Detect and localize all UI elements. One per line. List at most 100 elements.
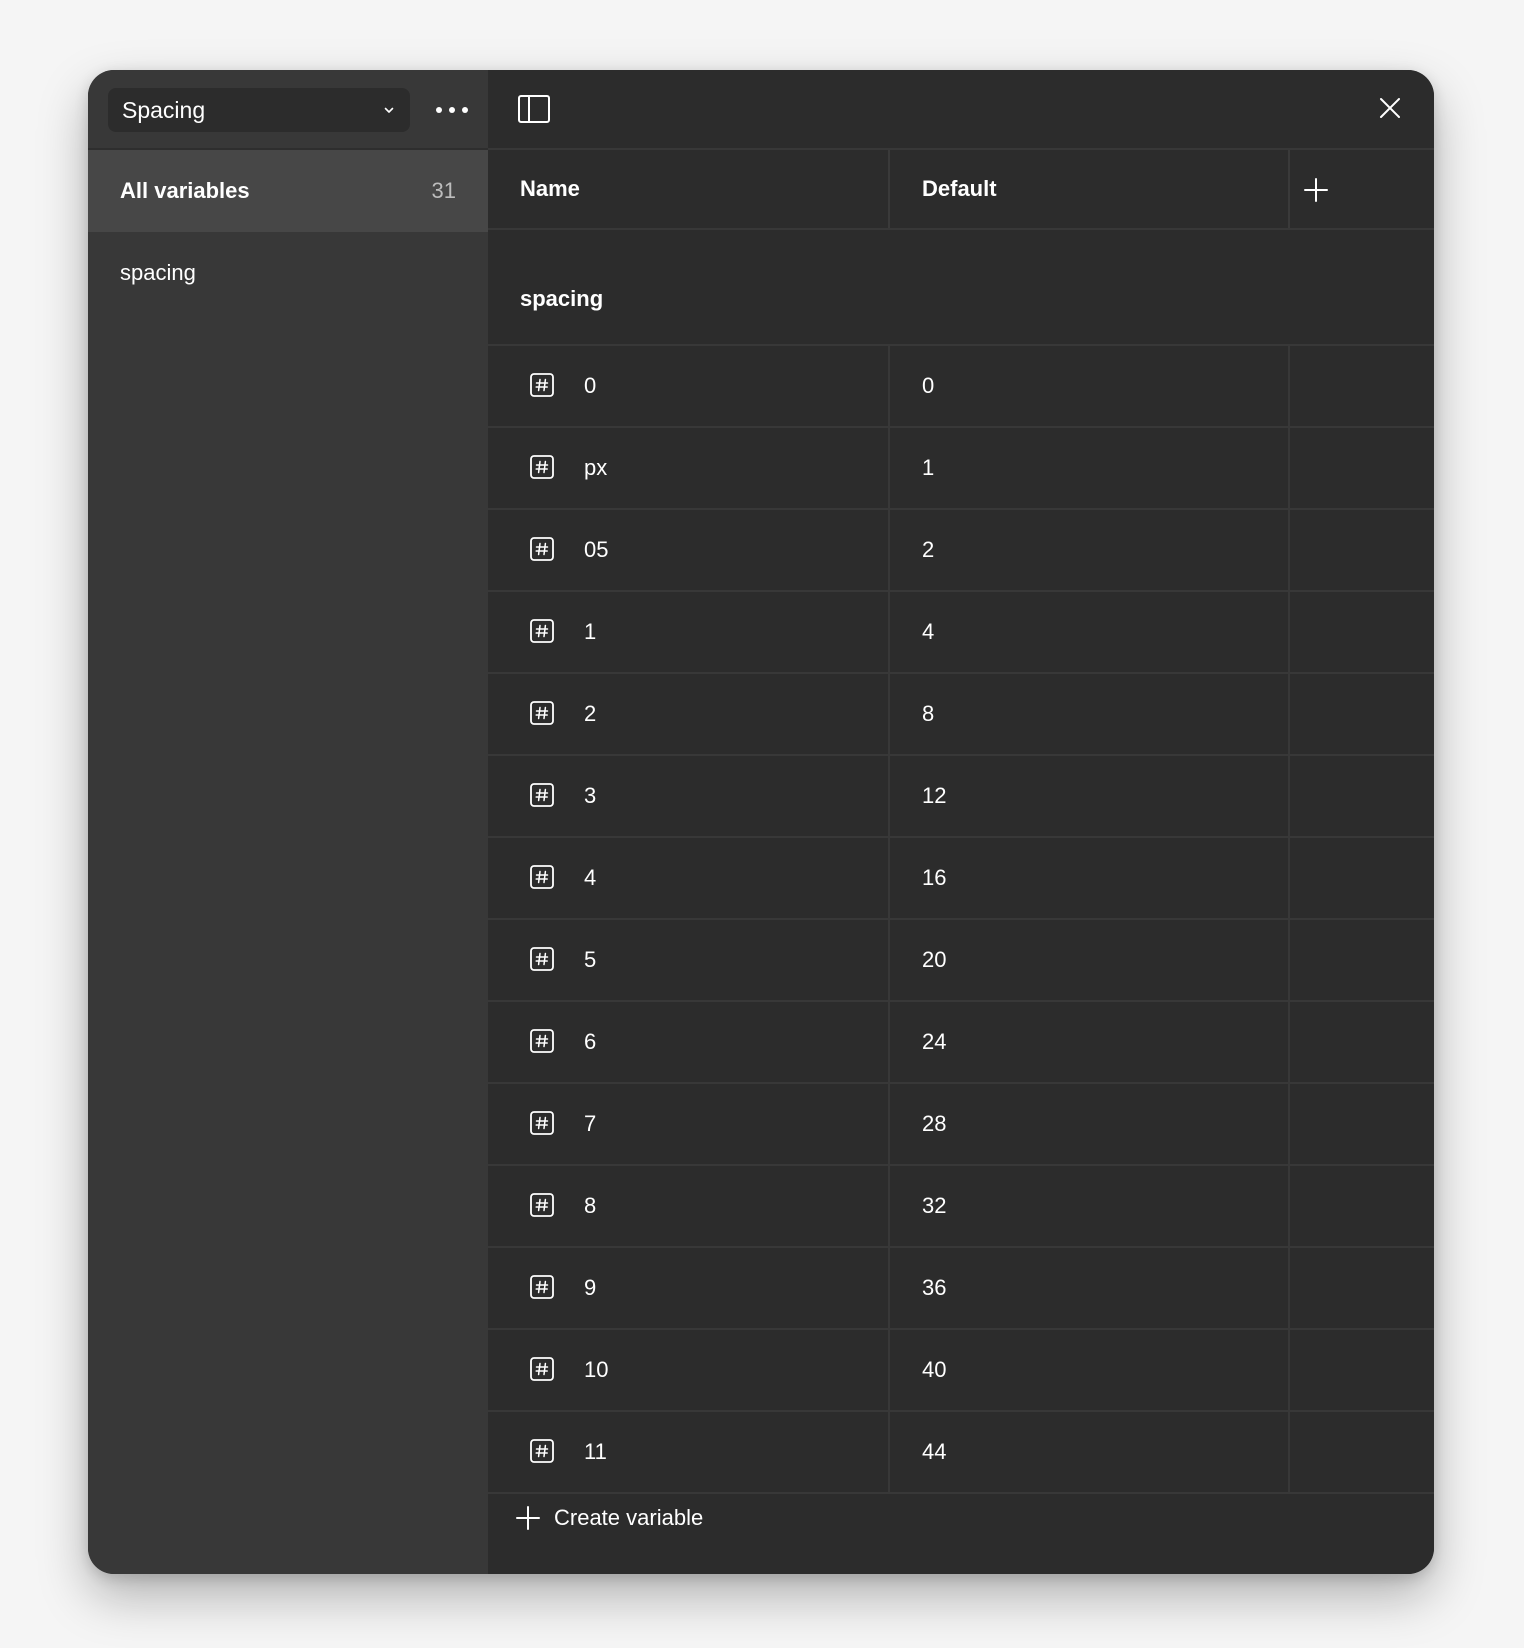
variable-value[interactable]: 36: [922, 1248, 946, 1328]
variable-name: 5: [584, 947, 597, 972]
column-divider: [1288, 1412, 1290, 1492]
table-row[interactable]: 4 16: [488, 836, 1434, 918]
number-variable-icon: [530, 1439, 554, 1463]
variable-value[interactable]: 8: [922, 674, 934, 754]
table-row[interactable]: 3 12: [488, 754, 1434, 836]
variable-value[interactable]: 12: [922, 756, 946, 836]
plus-icon: [1304, 178, 1328, 202]
number-variable-icon: [530, 701, 554, 725]
table-row[interactable]: 00: [488, 344, 1434, 426]
more-horizontal-icon: [436, 107, 468, 113]
number-variable-icon: [530, 619, 554, 643]
number-variable-icon: [530, 455, 554, 479]
variable-value[interactable]: 2: [922, 510, 934, 590]
sidebar-item-spacing[interactable]: spacing: [88, 232, 488, 314]
column-divider: [1288, 150, 1290, 228]
variable-name: 8: [584, 1193, 597, 1218]
variable-value[interactable]: 4: [922, 592, 934, 672]
column-divider: [888, 1166, 890, 1246]
table-row[interactable]: 8 32: [488, 1164, 1434, 1246]
column-divider: [1288, 920, 1290, 1000]
variable-name: 9: [584, 1275, 597, 1300]
variable-value[interactable]: 28: [922, 1084, 946, 1164]
column-divider: [888, 150, 890, 228]
variable-value[interactable]: 20: [922, 920, 946, 1000]
column-header-default[interactable]: Default: [922, 150, 997, 228]
column-divider: [888, 1412, 890, 1492]
toggle-sidebar-button[interactable]: [516, 92, 552, 126]
column-divider: [1288, 1084, 1290, 1164]
table-row[interactable]: 14: [488, 590, 1434, 672]
table-row[interactable]: 28: [488, 672, 1434, 754]
number-variable-icon: [530, 1029, 554, 1053]
table-row[interactable]: 10 40: [488, 1328, 1434, 1410]
close-button[interactable]: [1372, 90, 1408, 126]
number-variable-icon: [530, 1111, 554, 1135]
create-variable-label: Create variable: [554, 1505, 704, 1530]
variable-name: 10: [584, 1357, 609, 1382]
variable-value[interactable]: 32: [922, 1166, 946, 1246]
column-divider: [888, 920, 890, 1000]
table-row[interactable]: 6 24: [488, 1000, 1434, 1082]
sidebar-item-all-variables[interactable]: All variables 31: [88, 150, 488, 232]
variable-value[interactable]: 40: [922, 1330, 946, 1410]
number-variable-icon: [530, 373, 554, 397]
column-divider: [1288, 1166, 1290, 1246]
sidebar: Spacing All variables 31 spacing: [88, 70, 488, 1574]
column-divider: [888, 346, 890, 426]
column-divider: [1288, 346, 1290, 426]
column-divider: [888, 838, 890, 918]
variable-name: 7: [584, 1111, 597, 1136]
column-divider: [888, 674, 890, 754]
variable-name: 1: [584, 619, 597, 644]
sidebar-item-label: All variables: [120, 178, 250, 203]
number-variable-icon: [530, 783, 554, 807]
column-divider: [888, 1084, 890, 1164]
variable-name: 11: [584, 1439, 607, 1464]
table-row[interactable]: px 1: [488, 426, 1434, 508]
table-row[interactable]: 5 20: [488, 918, 1434, 1000]
more-options-button[interactable]: [432, 92, 472, 128]
column-divider: [888, 1330, 890, 1410]
column-header-name[interactable]: Name: [520, 150, 580, 228]
table-row[interactable]: 05 2: [488, 508, 1434, 590]
column-divider: [888, 428, 890, 508]
column-divider: [888, 1002, 890, 1082]
number-variable-icon: [530, 1193, 554, 1217]
column-divider: [1288, 838, 1290, 918]
variable-value[interactable]: 24: [922, 1002, 946, 1082]
column-divider: [1288, 756, 1290, 836]
toolbar: [488, 70, 1434, 148]
variables-table-panel: Name Default spacing 0 0 px 1 05 2 1 4 2 8 3 12 4 16 5…: [488, 70, 1434, 1574]
column-divider: [1288, 1002, 1290, 1082]
collection-dropdown[interactable]: Spacing: [108, 88, 410, 132]
variable-value[interactable]: 0: [922, 346, 934, 426]
variable-value[interactable]: 1: [922, 428, 934, 508]
table-row[interactable]: 7 28: [488, 1082, 1434, 1164]
variable-count: 31: [431, 178, 456, 203]
column-divider: [888, 592, 890, 672]
column-divider: [1288, 1248, 1290, 1328]
column-divider: [888, 510, 890, 590]
table-row[interactable]: 9 36: [488, 1246, 1434, 1328]
variable-name: 6: [584, 1029, 597, 1054]
column-divider: [888, 756, 890, 836]
create-variable-button[interactable]: Create variable: [508, 1492, 711, 1544]
variables-window: Spacing All variables 31 spacing Name De…: [88, 70, 1434, 1574]
variable-name: 0: [584, 373, 597, 398]
add-mode-button[interactable]: [1294, 168, 1338, 212]
number-variable-icon: [530, 537, 554, 561]
number-variable-icon: [530, 1275, 554, 1299]
column-divider: [1288, 510, 1290, 590]
chevron-down-icon: [384, 107, 394, 113]
variable-value[interactable]: 16: [922, 838, 946, 918]
variable-name: 3: [584, 783, 597, 808]
table-row[interactable]: 11 44: [488, 1410, 1434, 1494]
column-divider: [1288, 674, 1290, 754]
variable-list: 0 0 px 1 05 2 1 4 2 8 3 12 4 16 5 20 6 24 7 28 8 32 9 36 10 40 11 4…: [488, 344, 1434, 1494]
variable-name: 4: [584, 865, 597, 890]
variable-value[interactable]: 44: [922, 1412, 946, 1492]
sidebar-item-label: spacing: [120, 260, 196, 285]
variable-name: 2: [584, 701, 597, 726]
group-heading: spacing: [520, 286, 604, 311]
